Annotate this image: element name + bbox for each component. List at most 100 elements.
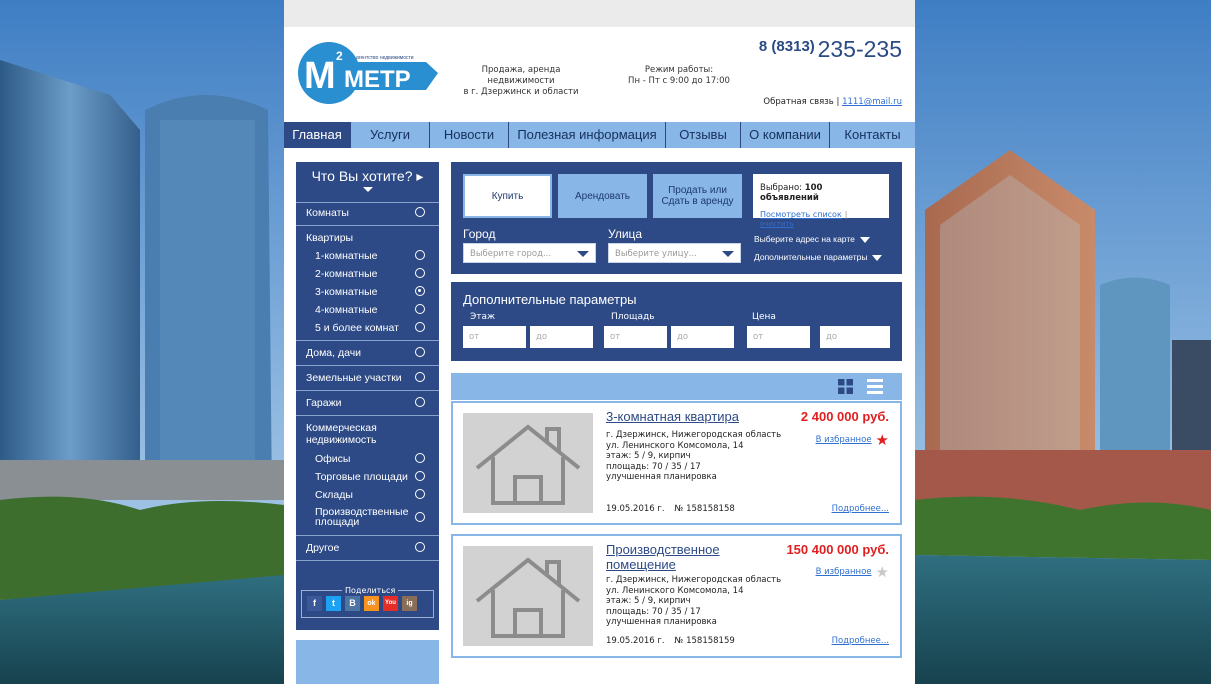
category-5-plus-room-label: 5 и более комнат bbox=[315, 322, 399, 334]
hours-value: Пн - Пт с 9:00 до 17:00 bbox=[628, 76, 730, 86]
house-placeholder-icon[interactable] bbox=[463, 413, 593, 513]
street-placeholder: Выберите улицу... bbox=[615, 249, 697, 259]
details-link[interactable]: Подробнее... bbox=[832, 504, 889, 514]
chevron-down-icon bbox=[872, 254, 883, 261]
nav-item-news[interactable]: Новости bbox=[430, 122, 509, 148]
nav-item-services[interactable]: Услуги bbox=[351, 122, 430, 148]
radio-other[interactable] bbox=[415, 542, 425, 552]
divider bbox=[296, 340, 439, 341]
area-from-input[interactable]: от bbox=[604, 326, 667, 348]
floor-to-input[interactable]: до bbox=[530, 326, 593, 348]
category-industrial-label: Производственные площади bbox=[315, 506, 409, 528]
divider bbox=[296, 225, 439, 226]
radio-5-plus-room[interactable] bbox=[415, 322, 425, 332]
listing-meta: 19.05.2016 г. № 158158158 bbox=[606, 504, 735, 514]
logo-superscript: 2 bbox=[336, 49, 343, 63]
additional-params-panel: Дополнительные параметры Этаж Площадь Це… bbox=[451, 282, 902, 361]
listing-title[interactable]: 3-комнатная квартира bbox=[606, 409, 766, 424]
facebook-icon[interactable]: f bbox=[307, 596, 322, 611]
list-view-icon[interactable] bbox=[867, 378, 883, 394]
listing-price: 2 400 000 руб. bbox=[800, 409, 889, 424]
price-to-input[interactable]: до bbox=[820, 326, 890, 348]
nav-item-contacts[interactable]: Контакты bbox=[830, 122, 915, 148]
nav-item-reviews[interactable]: Отзывы bbox=[666, 122, 741, 148]
listing-layout: улучшенная планировка bbox=[606, 472, 717, 482]
favorite-link[interactable]: В избранное bbox=[816, 567, 872, 577]
listing-meta: 19.05.2016 г. № 158158159 bbox=[606, 636, 735, 646]
floor-from-input[interactable]: от bbox=[463, 326, 526, 348]
radio-2-room[interactable] bbox=[415, 268, 425, 278]
house-placeholder-icon[interactable] bbox=[463, 546, 593, 646]
radio-3-room[interactable] bbox=[415, 286, 425, 296]
sidebar-title[interactable]: Что Вы хотите? ▸ bbox=[296, 162, 439, 192]
radio-4-room[interactable] bbox=[415, 304, 425, 314]
logo[interactable]: М МЕТР 2 агентство недвижимости bbox=[296, 40, 441, 106]
floor-label: Этаж bbox=[470, 312, 496, 322]
rent-button[interactable]: Арендовать bbox=[558, 174, 647, 218]
listing-layout: улучшенная планировка bbox=[606, 617, 717, 627]
street-label: Улица bbox=[608, 227, 643, 241]
price-from-input[interactable]: от bbox=[747, 326, 810, 348]
map-address-link[interactable]: Выберите адрес на карте bbox=[754, 234, 870, 244]
category-4-room-label: 4-комнатные bbox=[315, 304, 378, 316]
radio-land[interactable] bbox=[415, 372, 425, 382]
listing-address: г. Дзержинск, Нижегородская область bbox=[606, 430, 782, 440]
city-placeholder: Выберите город... bbox=[470, 249, 552, 259]
category-apartments-label: Квартиры bbox=[306, 232, 354, 244]
tagline-line-1: Продажа, аренда недвижимости bbox=[481, 65, 561, 86]
youtube-icon[interactable]: You bbox=[383, 596, 398, 611]
listing-description: г. Дзержинск, Нижегородская область ул. … bbox=[606, 430, 781, 483]
radio-industrial[interactable] bbox=[415, 512, 425, 522]
price-label: Цена bbox=[752, 312, 776, 322]
category-3-room-label: 3-комнатные bbox=[315, 286, 378, 298]
share-label: Поделиться bbox=[342, 586, 399, 596]
nav-item-about[interactable]: О компании bbox=[741, 122, 830, 148]
phone-number[interactable]: 8 (8313) 235-235 bbox=[759, 36, 902, 63]
area-to-input[interactable]: до bbox=[671, 326, 734, 348]
nav-item-useful-info[interactable]: Полезная информация bbox=[509, 122, 666, 148]
radio-retail[interactable] bbox=[415, 471, 425, 481]
category-houses-label: Дома, дачи bbox=[306, 347, 362, 359]
radio-houses[interactable] bbox=[415, 347, 425, 357]
instagram-icon[interactable]: ig bbox=[402, 596, 417, 611]
listing-area: площадь: 70 / 35 / 17 bbox=[606, 461, 701, 472]
listing-date: 19.05.2016 г. bbox=[606, 504, 665, 514]
vk-icon[interactable]: B bbox=[345, 596, 360, 611]
twitter-icon[interactable]: t bbox=[326, 596, 341, 611]
phone-digits: 235-235 bbox=[817, 36, 902, 62]
details-link[interactable]: Подробнее... bbox=[832, 636, 889, 646]
listing-description: г. Дзержинск, Нижегородская область ул. … bbox=[606, 575, 781, 628]
street-select[interactable]: Выберите улицу... bbox=[608, 243, 741, 263]
grid-view-icon[interactable] bbox=[838, 379, 853, 394]
favorite-toggle[interactable]: В избранное ★ bbox=[816, 563, 889, 581]
city-label: Город bbox=[463, 227, 496, 241]
listing-title[interactable]: Производственное помещение bbox=[606, 542, 736, 572]
radio-garages[interactable] bbox=[415, 397, 425, 407]
city-select[interactable]: Выберите город... bbox=[463, 243, 596, 263]
radio-warehouses[interactable] bbox=[415, 489, 425, 499]
view-toggle-bar bbox=[451, 373, 902, 400]
listing-card[interactable]: 3-комнатная квартира 2 400 000 руб. В из… bbox=[451, 401, 902, 525]
more-params-label: Дополнительные параметры bbox=[754, 252, 868, 262]
radio-rooms[interactable] bbox=[415, 207, 425, 217]
sell-or-lease-button[interactable]: Продать или Сдать в аренду bbox=[653, 174, 742, 218]
odnoklassniki-icon[interactable]: ok bbox=[364, 596, 379, 611]
feedback: Обратная связь | 1111@mail.ru bbox=[763, 97, 902, 107]
buy-button[interactable]: Купить bbox=[463, 174, 552, 218]
favorite-link[interactable]: В избранное bbox=[816, 435, 872, 445]
view-list-link[interactable]: Посмотреть список bbox=[760, 210, 842, 219]
star-icon[interactable]: ★ bbox=[876, 431, 889, 449]
sidebar-bottom-block bbox=[296, 640, 439, 684]
more-params-link[interactable]: Дополнительные параметры bbox=[754, 252, 883, 262]
star-icon[interactable]: ★ bbox=[876, 563, 889, 581]
nav-item-home[interactable]: Главная bbox=[284, 122, 351, 148]
radio-offices[interactable] bbox=[415, 453, 425, 463]
listing-card[interactable]: Производственное помещение 150 400 000 р… bbox=[451, 534, 902, 658]
feedback-email-link[interactable]: 1111@mail.ru bbox=[842, 97, 902, 107]
svg-text:М: М bbox=[304, 55, 336, 97]
listing-area: площадь: 70 / 35 / 17 bbox=[606, 606, 701, 617]
radio-1-room[interactable] bbox=[415, 250, 425, 260]
clear-link[interactable]: очистить bbox=[760, 220, 794, 228]
listing-number: № 158158159 bbox=[674, 636, 735, 646]
favorite-toggle[interactable]: В избранное ★ bbox=[816, 431, 889, 449]
